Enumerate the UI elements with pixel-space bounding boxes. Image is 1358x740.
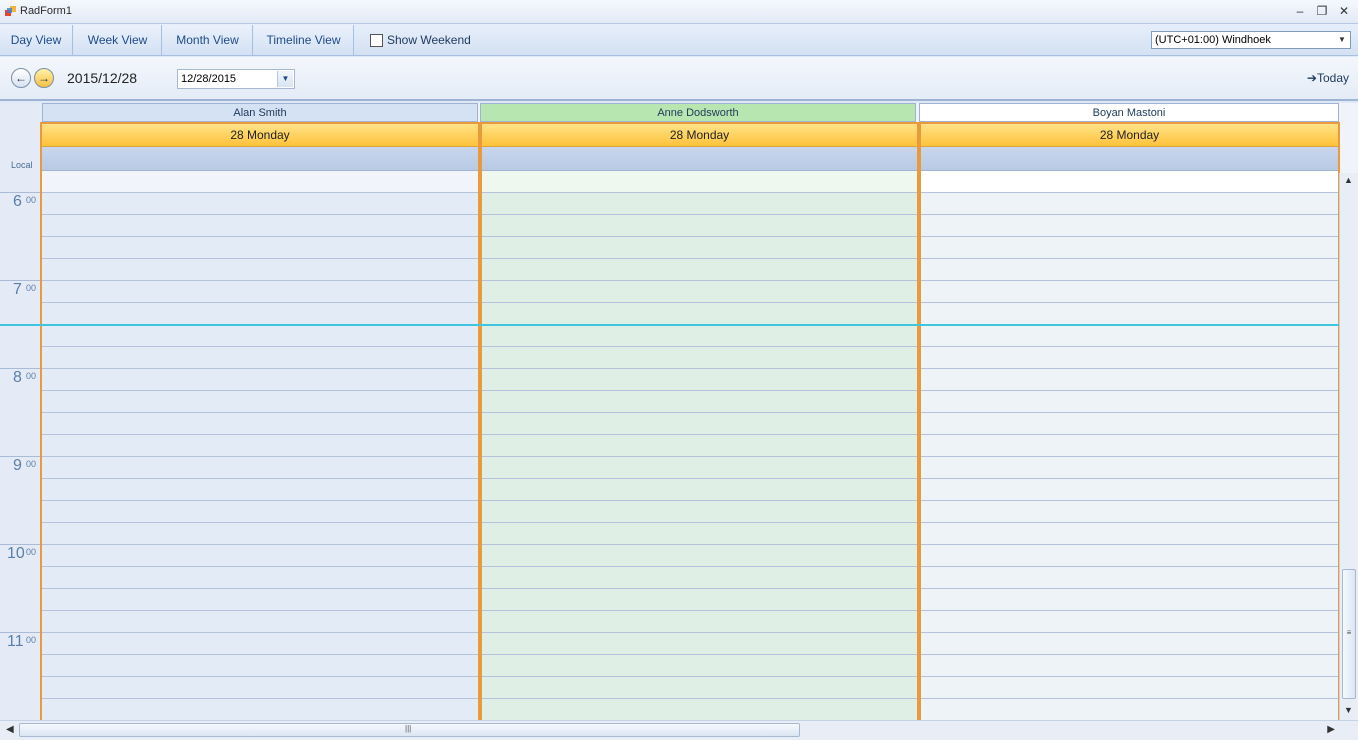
- resource-header-alan-smith[interactable]: Alan Smith: [42, 103, 478, 122]
- window-title: RadForm1: [20, 5, 72, 17]
- day-header[interactable]: 28 Monday: [921, 122, 1338, 147]
- day-header[interactable]: 28 Monday: [42, 122, 478, 147]
- navigation-bar: ← → 2015/12/28 12/28/2015 ▼ ➔Today: [0, 57, 1358, 101]
- today-button[interactable]: ➔Today: [1307, 71, 1349, 85]
- all-day-area[interactable]: [482, 147, 917, 171]
- hour-label-11: 11 00: [0, 632, 42, 720]
- day-view-button[interactable]: Day View: [0, 25, 73, 55]
- day-column-anne-dodsworth[interactable]: 28 Monday: [480, 122, 919, 720]
- current-date-label: 2015/12/28: [67, 70, 138, 86]
- date-picker[interactable]: 12/28/2015 ▼: [177, 69, 295, 89]
- hour-label-8: 8 00: [0, 368, 42, 456]
- view-toolbar: Day View Week View Month View Timeline V…: [0, 24, 1358, 56]
- title-bar: RadForm1 – ❐ ✕: [0, 0, 1358, 24]
- scroll-up-icon[interactable]: ▲: [1344, 175, 1353, 185]
- app-icon: [5, 6, 16, 16]
- grip-icon: |||: [405, 724, 412, 733]
- day-column-boyan-mastoni[interactable]: 28 Monday: [919, 122, 1340, 720]
- week-view-button[interactable]: Week View: [74, 25, 162, 55]
- chevron-down-icon[interactable]: ▼: [1336, 35, 1348, 45]
- day-column-alan-smith[interactable]: 28 Monday: [40, 122, 480, 720]
- scheduler-day-view: Local 6 00 7 00 8 00 9 00 10 00 11 00 Alan Smi…: [0, 103, 1358, 720]
- grip-icon: ≡: [1346, 628, 1352, 637]
- previous-button[interactable]: ←: [11, 68, 31, 88]
- all-day-area[interactable]: [42, 147, 478, 171]
- all-day-area[interactable]: [921, 147, 1338, 171]
- resource-header-anne-dodsworth[interactable]: Anne Dodsworth: [480, 103, 916, 122]
- hour-label-6: 6 00: [0, 192, 42, 280]
- month-view-button[interactable]: Month View: [163, 25, 253, 55]
- hour-label-10: 10 00: [0, 544, 42, 632]
- close-button[interactable]: ✕: [1334, 2, 1354, 20]
- date-picker-value: 12/28/2015: [181, 73, 237, 85]
- timezone-label: Local: [11, 160, 33, 170]
- scroll-right-icon[interactable]: ▶: [1327, 724, 1335, 735]
- current-time-indicator: [0, 324, 1339, 326]
- timezone-value: (UTC+01:00) Windhoek: [1155, 34, 1271, 46]
- restore-button[interactable]: ❐: [1312, 2, 1332, 20]
- resource-header-boyan-mastoni[interactable]: Boyan Mastoni: [919, 103, 1339, 122]
- timeline-view-button[interactable]: Timeline View: [254, 25, 354, 55]
- day-header[interactable]: 28 Monday: [482, 122, 917, 147]
- scroll-down-icon[interactable]: ▼: [1344, 705, 1353, 715]
- vertical-scrollbar[interactable]: ▲ ≡ ▼: [1339, 173, 1358, 720]
- hour-label-9: 9 00: [0, 456, 42, 544]
- scroll-left-icon[interactable]: ◀: [6, 724, 14, 735]
- show-weekend-checkbox[interactable]: [370, 34, 383, 47]
- minimize-button[interactable]: –: [1290, 2, 1310, 20]
- time-slots[interactable]: [921, 171, 1338, 720]
- vertical-scroll-thumb[interactable]: ≡: [1342, 569, 1356, 699]
- chevron-down-icon[interactable]: ▼: [277, 71, 293, 87]
- time-ruler: Local 6 00 7 00 8 00 9 00 10 00 11 00: [0, 103, 42, 720]
- show-weekend-label[interactable]: Show Weekend: [387, 33, 471, 47]
- time-slots[interactable]: [482, 171, 917, 720]
- horizontal-scrollbar[interactable]: ◀ ||| ▶: [0, 720, 1358, 740]
- timezone-dropdown[interactable]: (UTC+01:00) Windhoek ▼: [1151, 31, 1351, 49]
- time-slots[interactable]: [42, 171, 478, 720]
- horizontal-scroll-thumb[interactable]: |||: [19, 723, 800, 737]
- next-button[interactable]: →: [34, 68, 54, 88]
